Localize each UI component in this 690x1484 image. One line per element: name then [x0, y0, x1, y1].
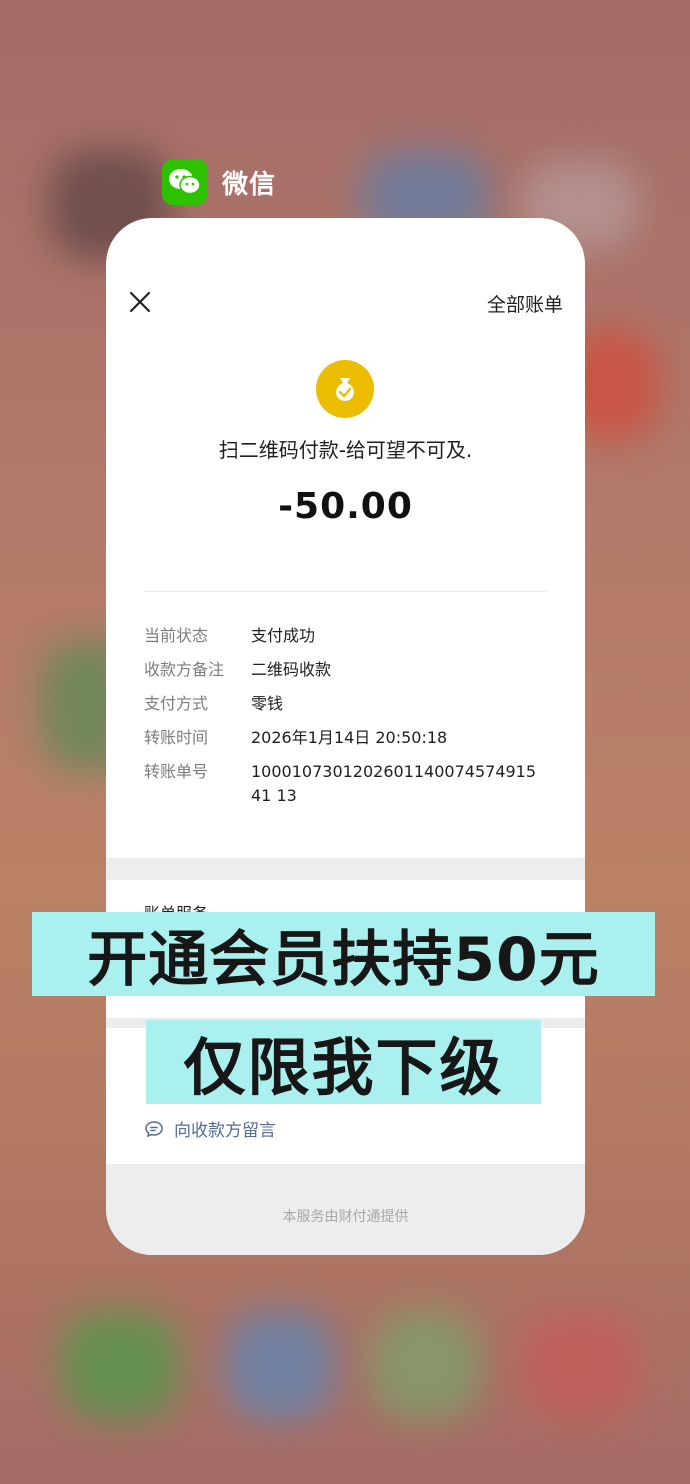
- detail-row-payee-note: 收款方备注 二维码收款: [144, 658, 554, 682]
- detail-value: 支付成功: [251, 626, 316, 645]
- detail-label: 支付方式: [144, 694, 209, 713]
- section-separator: [106, 858, 585, 880]
- blurred-app-icon: [370, 1310, 480, 1420]
- overlay-banner-line2: 仅限我下级: [146, 1020, 541, 1104]
- blurred-app-icon: [520, 1310, 640, 1420]
- app-switcher-header[interactable]: 微信: [162, 158, 276, 206]
- provider-text: 本服务由财付通提供: [282, 1209, 409, 1225]
- blurred-app-icon: [60, 1310, 180, 1420]
- money-bag-icon: [316, 360, 374, 418]
- detail-value: 二维码收款: [251, 660, 332, 679]
- merchant-name: 扫二维码付款-给可望不可及.: [218, 438, 473, 462]
- detail-row-transfer-time: 转账时间 2026年1月14日 20:50:18: [144, 726, 554, 750]
- overlay-banner-line1: 开通会员扶持50元: [32, 912, 655, 996]
- detail-label: 转账单号: [144, 762, 209, 781]
- all-bills-link[interactable]: 全部账单: [487, 290, 563, 317]
- detail-value[interactable]: 100010730120260114007457491541 13: [251, 760, 546, 808]
- message-payee-link[interactable]: 向收款方留言: [144, 1116, 276, 1141]
- payment-amount: -50.00: [278, 486, 413, 527]
- details-list: 当前状态 支付成功 收款方备注 二维码收款 支付方式 零钱 转账时间 2026年…: [144, 624, 554, 818]
- detail-row-payment-method: 支付方式 零钱: [144, 692, 554, 716]
- close-icon[interactable]: [126, 288, 154, 316]
- app-name: 微信: [222, 169, 277, 200]
- blurred-app-icon: [225, 1310, 335, 1420]
- detail-label: 当前状态: [144, 626, 209, 645]
- detail-row-transfer-number: 转账单号 100010730120260114007457491541 13: [144, 760, 554, 808]
- chat-bubble-icon: [145, 1120, 163, 1137]
- divider: [144, 591, 547, 592]
- detail-value: 零钱: [251, 694, 284, 713]
- detail-label: 转账时间: [144, 728, 209, 747]
- detail-value: 2026年1月14日 20:50:18: [251, 728, 448, 747]
- detail-label: 收款方备注: [144, 660, 225, 679]
- detail-row-status: 当前状态 支付成功: [144, 624, 554, 648]
- message-payee-label[interactable]: 向收款方留言: [174, 1116, 276, 1141]
- wechat-icon: [162, 159, 208, 205]
